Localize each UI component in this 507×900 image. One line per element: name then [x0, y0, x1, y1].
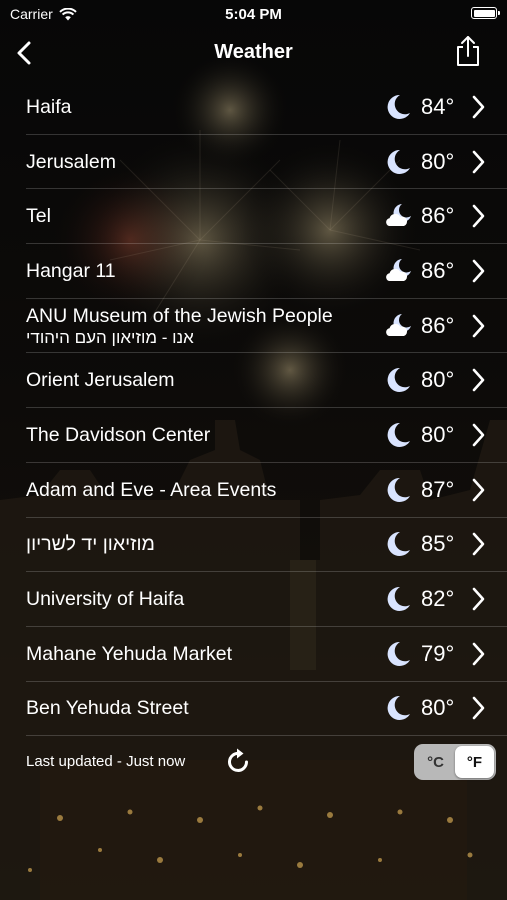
location-name: Mahane Yehuda Market: [26, 642, 366, 666]
location-name-text: Mahane Yehuda Market: [26, 642, 232, 665]
location-row[interactable]: Adam and Eve - Area Events 87°: [26, 463, 507, 518]
temperature: 86°: [421, 312, 455, 338]
location-name: Tel: [26, 204, 366, 228]
location-name-text: Adam and Eve - Area Events: [26, 478, 277, 501]
location-row[interactable]: University of Haifa 82°: [26, 572, 507, 627]
cloud-moon-icon: [386, 258, 411, 281]
location-row[interactable]: Orient Jerusalem 80°: [26, 353, 507, 409]
moon-icon: [387, 477, 410, 502]
location-name-text: Hangar 11: [26, 259, 116, 282]
footer: Last updated - Just now °C °F: [26, 744, 496, 780]
moon-icon: [387, 532, 410, 557]
location-row[interactable]: Mahane Yehuda Market 79°: [26, 627, 507, 682]
share-button[interactable]: [453, 34, 483, 68]
status-bar: Carrier 5:04 PM: [0, 0, 507, 28]
location-row[interactable]: Tel 86°: [26, 189, 507, 245]
refresh-icon[interactable]: [226, 748, 252, 776]
temperature: 85°: [421, 531, 455, 557]
chevron-right-icon: [472, 150, 485, 173]
temperature: 82°: [421, 586, 455, 612]
chevron-right-icon: [472, 259, 485, 283]
location-name-text: Orient Jerusalem: [26, 369, 175, 392]
chevron-right-icon: [472, 95, 485, 119]
moon-icon: [387, 149, 410, 174]
weather-info: 80°: [383, 365, 487, 395]
fahrenheit-option[interactable]: °F: [455, 746, 494, 778]
temperature: 87°: [421, 476, 455, 502]
status-time: 5:04 PM: [225, 6, 282, 23]
chevron-right-icon: [472, 642, 485, 666]
location-name: מוזיאון יד לשריון: [26, 532, 366, 556]
temperature: 80°: [421, 367, 455, 393]
location-name-text: ANU Museum of the Jewish People: [26, 304, 333, 327]
weather-info: 86°: [383, 311, 487, 341]
location-row[interactable]: Ben Yehuda Street 80°: [26, 682, 507, 737]
temperature: 86°: [421, 203, 455, 229]
weather-info: 86°: [383, 256, 487, 286]
temperature: 86°: [421, 257, 455, 283]
moon-icon: [387, 94, 410, 119]
temperature: 80°: [421, 695, 455, 721]
temperature: 80°: [421, 421, 455, 447]
weather-info: 86°: [383, 201, 487, 231]
unit-toggle[interactable]: °C °F: [414, 744, 496, 780]
location-row[interactable]: Jerusalem 80°: [26, 135, 507, 190]
celsius-option[interactable]: °C: [416, 746, 455, 778]
moon-icon: [387, 641, 410, 666]
moon-icon: [387, 422, 410, 447]
location-subname: אנו - מוזיאון העם היהודי: [26, 327, 194, 347]
location-name: Adam and Eve - Area Events: [26, 478, 366, 502]
weather-info: 82°: [383, 584, 487, 614]
location-name: Hangar 11: [26, 259, 366, 283]
moon-icon: [387, 587, 410, 612]
weather-info: 85°: [383, 529, 487, 559]
weather-info: 80°: [383, 693, 487, 723]
last-updated-label: Last updated - Just now: [26, 753, 186, 770]
location-row[interactable]: Haifa 84°: [26, 80, 507, 135]
location-name-text: University of Haifa: [26, 588, 185, 611]
chevron-right-icon: [472, 587, 485, 611]
cloud-moon-icon: [386, 204, 411, 227]
location-name: Jerusalem: [26, 150, 366, 174]
location-name: Haifa: [26, 95, 366, 119]
location-name: ANU Museum of the Jewish People אנו - מו…: [26, 304, 366, 348]
page-title: Weather: [214, 41, 293, 63]
navigation-bar: Weather: [0, 30, 507, 76]
chevron-right-icon: [472, 478, 485, 501]
cloud-moon-icon: [386, 313, 411, 336]
chevron-right-icon: [472, 314, 485, 337]
moon-icon: [387, 368, 410, 393]
chevron-right-icon: [472, 697, 485, 720]
location-name: Ben Yehuda Street: [26, 696, 366, 720]
location-name-text: Ben Yehuda Street: [26, 697, 189, 720]
chevron-right-icon: [472, 533, 485, 556]
location-row[interactable]: מוזיאון יד לשריון 85°: [26, 518, 507, 573]
temperature: 79°: [421, 640, 455, 666]
location-list: Haifa 84° Jerusalem 80° Tel 86° Hangar 1…: [26, 80, 507, 737]
location-name: The Davidson Center: [26, 423, 366, 447]
temperature: 80°: [421, 148, 455, 174]
chevron-right-icon: [472, 368, 485, 392]
location-name-text: The Davidson Center: [26, 423, 211, 446]
battery-icon: [471, 7, 500, 19]
location-row[interactable]: The Davidson Center 80°: [26, 408, 507, 463]
location-name-text: Tel: [26, 205, 51, 228]
weather-info: 80°: [383, 147, 487, 177]
location-name-text: Haifa: [26, 95, 72, 118]
chevron-right-icon: [472, 423, 485, 447]
location-row[interactable]: Hangar 11 86°: [26, 244, 507, 299]
location-name-text: Jerusalem: [26, 150, 116, 173]
weather-info: 87°: [383, 475, 487, 505]
location-name-text: מוזיאון יד לשריון: [26, 533, 155, 556]
weather-info: 79°: [383, 639, 487, 669]
location-name: University of Haifa: [26, 587, 366, 611]
chevron-right-icon: [472, 204, 485, 228]
weather-info: 80°: [383, 420, 487, 450]
weather-info: 84°: [383, 92, 487, 122]
moon-icon: [387, 696, 410, 721]
temperature: 84°: [421, 93, 455, 119]
location-name: Orient Jerusalem: [26, 368, 366, 392]
location-row[interactable]: ANU Museum of the Jewish People אנו - מו…: [26, 299, 507, 354]
